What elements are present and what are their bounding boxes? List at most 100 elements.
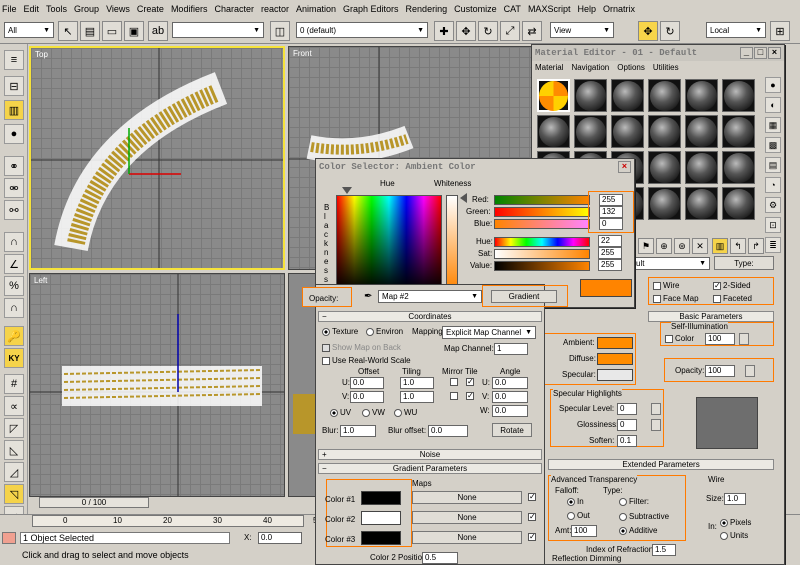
show-map-on-back-option[interactable]: Show Map on Back (322, 343, 401, 352)
extended-parameters-rollout[interactable]: Extended Parameters (548, 459, 774, 470)
specular-swatch[interactable] (597, 369, 633, 381)
color3-map-enable[interactable]: ✓ (528, 532, 538, 541)
menu-item[interactable]: Modifiers (171, 4, 208, 14)
material-sample-slot[interactable] (537, 115, 570, 148)
menu-item[interactable]: Character (214, 4, 254, 14)
tool-c-icon[interactable]: ◺ (4, 440, 24, 460)
blur-field[interactable]: 1.0 (340, 425, 376, 437)
menu-item[interactable]: reactor (261, 4, 289, 14)
material-sample-slot[interactable] (648, 187, 681, 220)
hue-blackness-field[interactable] (336, 195, 442, 291)
tool-a-icon[interactable]: ∝ (4, 396, 24, 416)
gradient-type-button[interactable]: Gradient (491, 290, 557, 303)
background-icon[interactable]: ▦ (765, 117, 781, 133)
sample-type-icon[interactable]: ● (765, 77, 781, 93)
hue-pointer-icon[interactable] (342, 187, 352, 194)
blue-field[interactable]: 0 (599, 218, 623, 230)
abc-icon[interactable]: ab (148, 21, 168, 41)
eyedropper-icon[interactable]: ✒ (364, 291, 376, 303)
vw-radio[interactable]: VW (362, 408, 385, 417)
ambient-swatch[interactable] (597, 337, 633, 349)
move-active-icon[interactable]: ✥ (638, 21, 658, 41)
environ-radio[interactable]: Environ (366, 327, 403, 336)
options-icon[interactable]: ⚙ (765, 197, 781, 213)
menu-item[interactable]: Group (74, 4, 99, 14)
hue-field[interactable]: 22 (598, 235, 622, 247)
menu-item[interactable]: Help (577, 4, 596, 14)
material-sample-slot[interactable] (537, 79, 570, 112)
subtractive-radio[interactable]: Subtractive (619, 512, 669, 521)
material-type-button[interactable]: Type: (714, 256, 774, 270)
material-menu-item[interactable]: Navigation (571, 63, 609, 72)
tool-b-icon[interactable]: ◸ (4, 418, 24, 438)
material-sample-slot[interactable] (574, 115, 607, 148)
material-sample-slot[interactable] (722, 79, 755, 112)
u-mirror-option[interactable] (450, 377, 460, 386)
menu-item[interactable]: Create (137, 4, 164, 14)
rotate-button[interactable]: Rotate (492, 423, 532, 437)
soften-field[interactable]: 0.1 (617, 435, 637, 447)
go-to-parent-icon[interactable]: ↰ (730, 238, 746, 254)
blur-offset-field[interactable]: 0.0 (428, 425, 468, 437)
stack-icon[interactable]: ≡ (4, 50, 24, 70)
material-sample-slot[interactable] (685, 115, 718, 148)
menu-item[interactable]: MAXScript (528, 4, 571, 14)
whiteness-bar[interactable] (446, 195, 458, 291)
select-by-name-icon[interactable]: ▤ (80, 21, 100, 41)
self-illum-value-field[interactable]: 100 (705, 333, 735, 345)
menu-item[interactable]: CAT (504, 4, 521, 14)
time-slider[interactable]: 0 / 100 (39, 497, 149, 508)
unlink-icon[interactable]: ⚮ (4, 178, 24, 198)
material-menu-item[interactable]: Options (617, 63, 645, 72)
color2-map-enable[interactable]: ✓ (528, 512, 538, 521)
blue-slider[interactable] (494, 219, 590, 229)
material-icon[interactable]: ● (4, 124, 24, 144)
green-field[interactable]: 132 (599, 206, 623, 218)
amt-field[interactable]: 100 (571, 525, 597, 537)
face-map-option[interactable]: Face Map (653, 294, 699, 303)
v-offset-field[interactable]: 0.0 (350, 391, 384, 403)
mapping-dropdown[interactable]: Explicit Map Channel ▼ (442, 326, 536, 339)
close-button[interactable]: × (618, 161, 631, 173)
get-material-icon[interactable]: ⚑ (638, 238, 654, 254)
material-sample-slot[interactable] (648, 151, 681, 184)
opacity-map-button[interactable] (745, 365, 755, 377)
glossiness-map-button[interactable] (651, 419, 661, 431)
tool-d-icon[interactable]: ◿ (4, 462, 24, 482)
self-illum-color-option[interactable]: Color (665, 334, 694, 343)
hierarchy-icon[interactable]: ⊟ (4, 76, 24, 96)
self-illum-spinner[interactable] (739, 333, 749, 345)
menu-item[interactable]: Graph Editors (343, 4, 399, 14)
value-slider[interactable] (494, 261, 590, 271)
color1-map-button[interactable]: None (412, 491, 522, 504)
u-angle-field[interactable]: 0.0 (492, 377, 528, 389)
layer-icon[interactable]: ▥ (4, 100, 24, 120)
menu-item[interactable]: Tools (46, 4, 67, 14)
percent-snap-icon[interactable]: % (4, 276, 24, 296)
material-sample-slot[interactable] (685, 79, 718, 112)
material-sample-slot[interactable] (611, 115, 644, 148)
v-mirror-option[interactable] (450, 391, 460, 400)
menu-item[interactable]: Animation (296, 4, 336, 14)
put-to-scene-icon[interactable]: ⊕ (656, 238, 672, 254)
gradient-parameters-rollout[interactable]: − Gradient Parameters (318, 463, 542, 474)
reset-map-icon[interactable]: ✕ (692, 238, 708, 254)
material-sample-slot[interactable] (722, 187, 755, 220)
falloff-out-radio[interactable]: Out (567, 511, 590, 520)
video-color-icon[interactable]: ▤ (765, 157, 781, 173)
color2-position-field[interactable]: 0.5 (422, 552, 458, 564)
layer-manager-icon[interactable]: ◫ (270, 21, 290, 41)
faceted-option[interactable]: Faceted (713, 294, 752, 303)
rotate-icon[interactable]: ↻ (478, 21, 498, 41)
noise-rollout[interactable]: + Noise (318, 449, 542, 460)
red-field[interactable]: 255 (599, 194, 623, 206)
magnet-icon[interactable]: ∩ (4, 232, 24, 252)
select-rotate-icon[interactable]: ↻ (660, 21, 680, 41)
u-offset-field[interactable]: 0.0 (350, 377, 384, 389)
material-sample-slot[interactable] (648, 79, 681, 112)
ior-field[interactable]: 1.5 (652, 544, 676, 556)
sat-slider[interactable] (494, 249, 590, 259)
select-link-icon[interactable]: ⇄ (522, 21, 542, 41)
material-name-field[interactable]: ult ▼ (632, 257, 710, 270)
specular-level-field[interactable]: 0 (617, 403, 637, 415)
